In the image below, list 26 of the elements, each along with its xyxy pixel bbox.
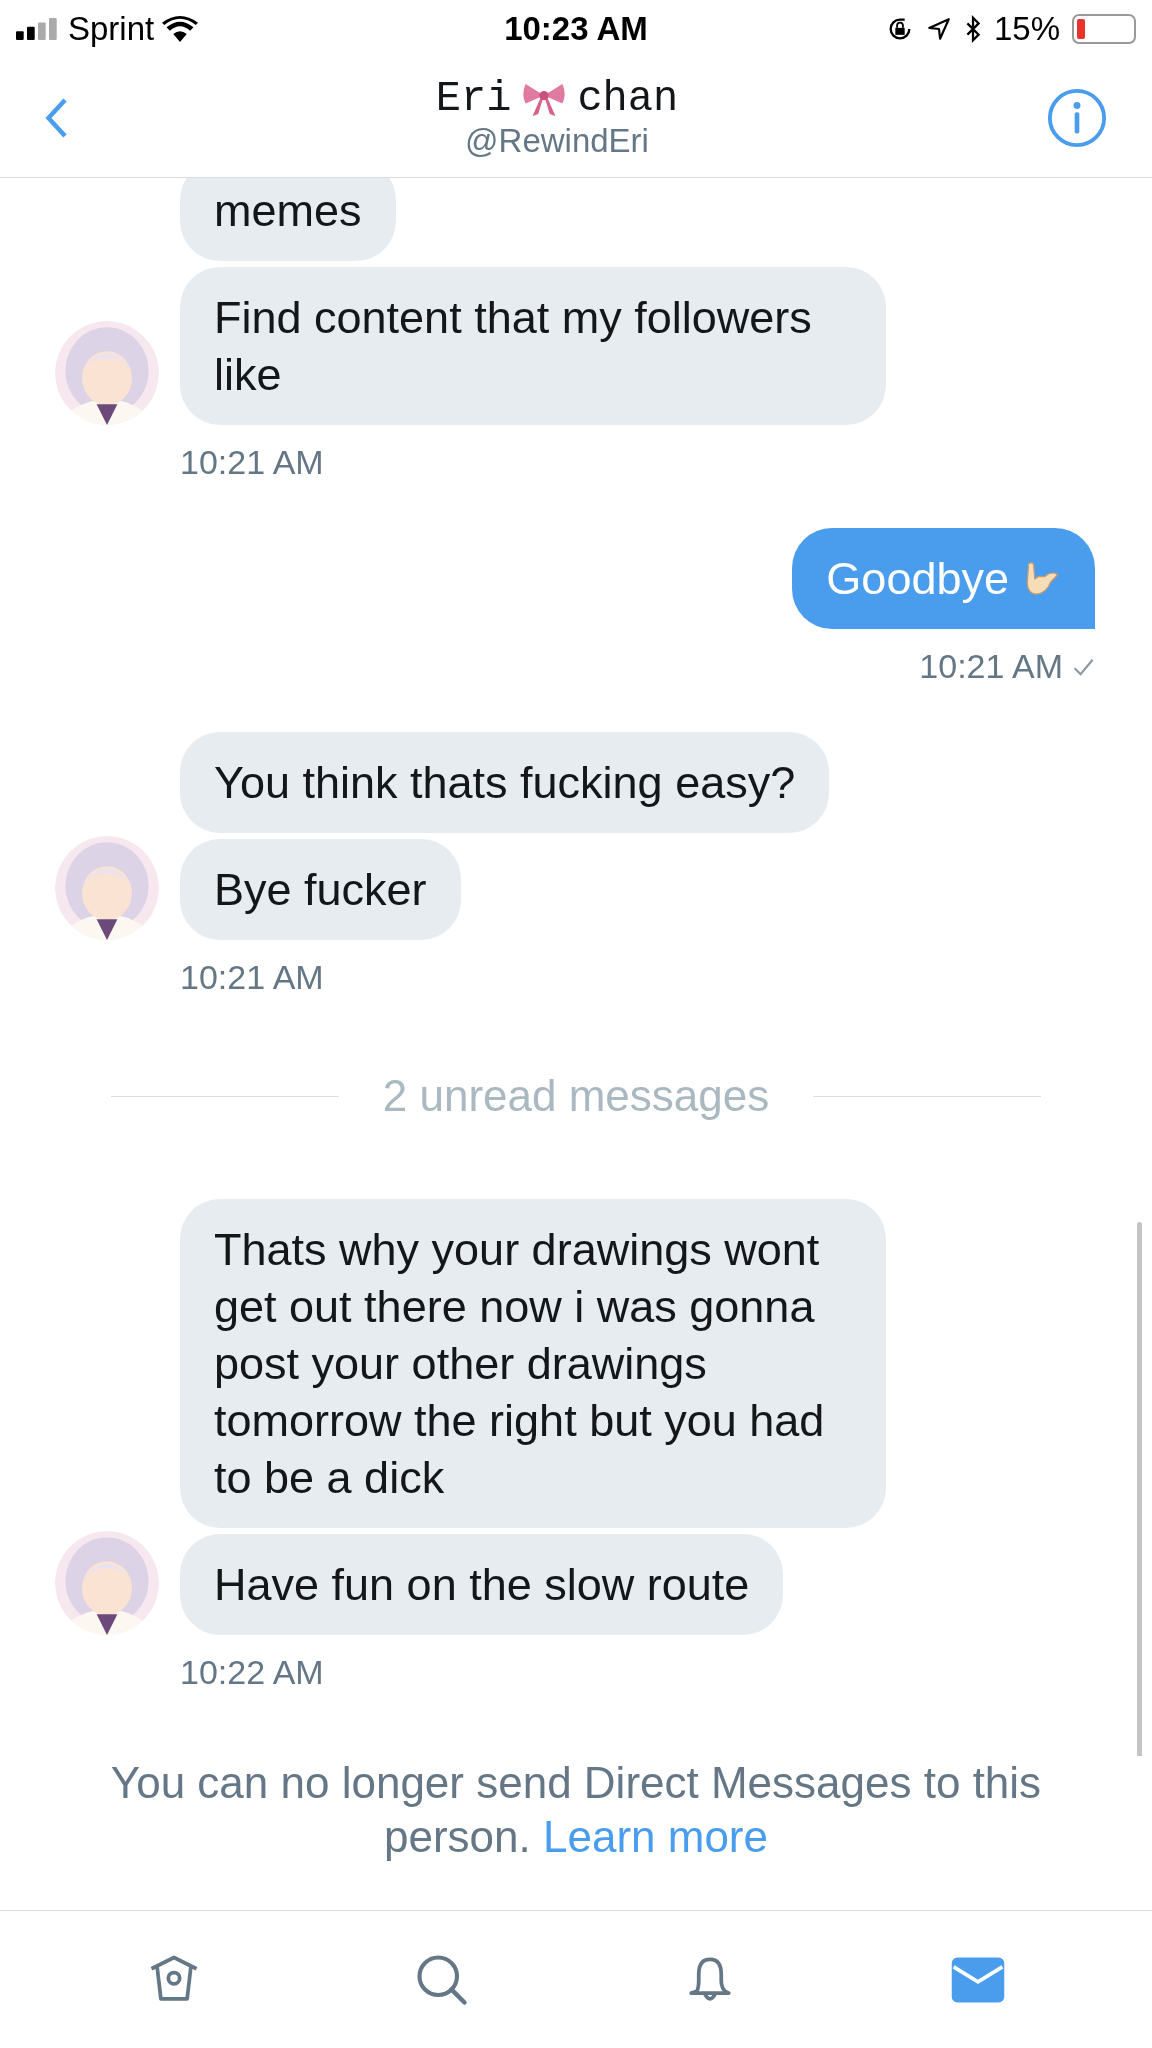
clock-time: 10:23 AM — [504, 9, 648, 50]
unread-divider-label: 2 unread messages — [382, 1070, 770, 1122]
message-time: 10:21 AM — [180, 443, 324, 481]
battery-percent: 15% — [993, 9, 1060, 50]
learn-more-link[interactable]: Learn more — [543, 1812, 768, 1861]
location-arrow-icon — [925, 16, 952, 42]
contact-handle: @RewindEri — [465, 121, 649, 160]
signal-icon — [16, 18, 60, 40]
message-bubble: Bye fucker — [180, 839, 461, 940]
carrier-name: Sprint — [68, 9, 155, 50]
blocked-notice: You can no longer send Direct Messages to this person. Learn more — [109, 1757, 1043, 1863]
wifi-icon — [162, 15, 199, 43]
message-bubble: Goodbye — [792, 528, 1095, 629]
message-bubble: Find content that my followers like — [180, 267, 886, 425]
contact-name-suffix: chan — [577, 75, 679, 122]
message-bubble: memes — [180, 178, 396, 261]
message-time: 10:22 AM — [180, 1653, 324, 1691]
message-bubble: Thats why your drawings wont get out there now i was gonna post your other drawings tomorrow the right but you had to be a dick — [180, 1199, 886, 1528]
message-bubble: Have fun on the slow route — [180, 1534, 784, 1635]
contact-name: Eri — [435, 75, 512, 122]
message-time: 10:21 AM — [180, 958, 324, 996]
message-bubble: You think thats fucking easy? — [180, 732, 830, 833]
back-icon[interactable] — [44, 96, 68, 139]
battery-icon — [1072, 14, 1136, 44]
info-icon[interactable] — [1046, 86, 1108, 149]
message-time: 10:21 AM — [919, 646, 1063, 687]
